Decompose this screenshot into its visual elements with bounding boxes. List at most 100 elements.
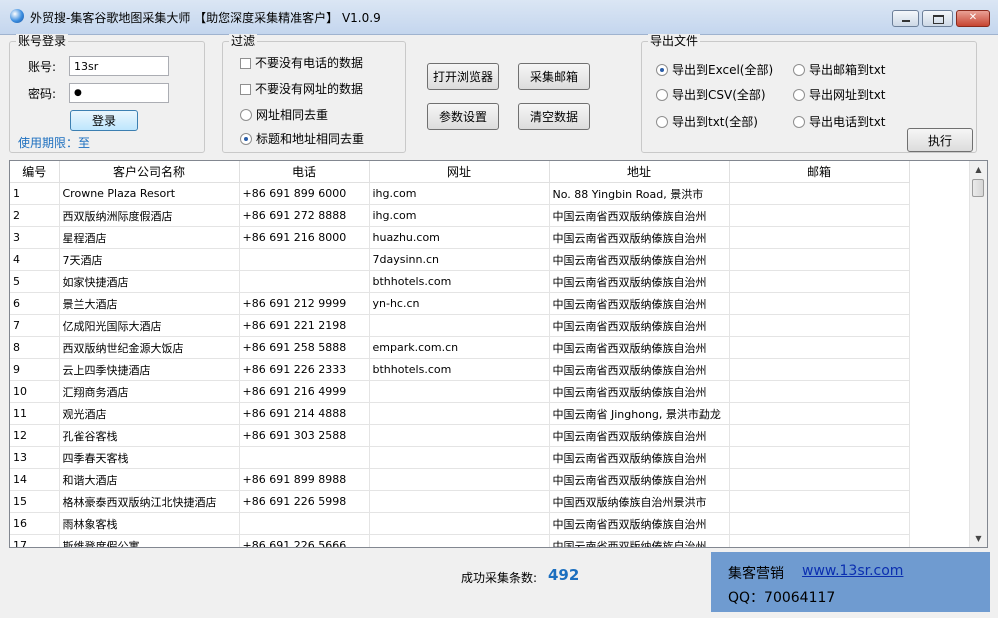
cell-phone: +86 691 272 8888 (239, 204, 370, 227)
cell-phone: +86 691 216 8000 (239, 226, 370, 249)
cell-email (729, 204, 910, 227)
cell-url: ihg.com (369, 204, 550, 227)
export-url-radio[interactable]: 导出网址到txt (793, 86, 886, 103)
cell-id: 3 (10, 226, 60, 249)
clear-data-button[interactable]: 清空数据 (518, 103, 590, 130)
table-row[interactable]: 7 亿成阳光国际大酒店 +86 691 221 2198 中国云南省西双版纳傣族自治州 (10, 314, 910, 337)
cell-id: 6 (10, 292, 60, 315)
cell-company: 雨林象客栈 (59, 512, 240, 535)
qq-contact: QQ：70064117 (728, 590, 836, 606)
no-phone-label: 不要没有电话的数据 (255, 56, 364, 70)
cell-id: 17 (10, 534, 60, 547)
cell-company: 汇翔商务酒店 (59, 380, 240, 403)
column-header-id[interactable]: 编号 (10, 161, 60, 183)
cell-company: 7天酒店 (59, 248, 240, 271)
cell-address: 中国云南省西双版纳傣族自治州 (549, 336, 730, 359)
cell-phone: +86 691 899 8988 (239, 468, 370, 491)
no-url-label: 不要没有网址的数据 (255, 82, 364, 96)
cell-url: 7daysinn.cn (369, 248, 550, 271)
radio-icon (656, 116, 668, 128)
table-row[interactable]: 15 格林豪泰西双版纳江北快捷酒店 +86 691 226 5998 中国西双版纳傣族… (10, 490, 910, 513)
table-row[interactable]: 11 观光酒店 +86 691 214 4888 中国云南省 Jinghong, 景洪… (10, 402, 910, 425)
table-row[interactable]: 4 7天酒店 7daysinn.cn 中国云南省西双版纳傣族自治州 (10, 248, 910, 271)
table-row[interactable]: 16 雨林象客栈 中国云南省西双版纳傣族自治州 (10, 512, 910, 535)
cell-email (729, 248, 910, 271)
username-input[interactable] (69, 56, 169, 76)
cell-phone: +86 691 216 4999 (239, 380, 370, 403)
dedupe-url-radio[interactable]: 网址相同去重 (240, 106, 328, 123)
website-link[interactable]: www.13sr.com (802, 563, 903, 579)
export-email-radio[interactable]: 导出邮箱到txt (793, 61, 886, 78)
export-url-label: 导出网址到txt (809, 88, 886, 102)
export-csv-radio[interactable]: 导出到CSV(全部) (656, 86, 766, 103)
cell-phone (239, 248, 370, 271)
column-header-email[interactable]: 邮箱 (729, 161, 910, 183)
cell-address: 中国云南省西双版纳傣族自治州 (549, 512, 730, 535)
export-txt-radio[interactable]: 导出到txt(全部) (656, 113, 758, 130)
cell-company: 景兰大酒店 (59, 292, 240, 315)
column-header-phone[interactable]: 电话 (239, 161, 370, 183)
login-button[interactable]: 登录 (70, 110, 138, 131)
column-header-address[interactable]: 地址 (549, 161, 730, 183)
cell-url (369, 380, 550, 403)
cell-id: 15 (10, 490, 60, 513)
table-body: 1 Crowne Plaza Resort +86 691 899 6000 ihg.… (10, 182, 910, 547)
cell-email (729, 534, 910, 547)
scroll-up-icon[interactable]: ▲ (970, 161, 987, 178)
table-row[interactable]: 17 斯维登度假公寓 +86 691 226 5666 中国云南省西双版纳傣族自治州 (10, 534, 910, 547)
cell-url: ihg.com (369, 182, 550, 205)
column-header-company[interactable]: 客户公司名称 (59, 161, 240, 183)
cell-email (729, 424, 910, 447)
export-phone-radio[interactable]: 导出电话到txt (793, 113, 886, 130)
table-row[interactable]: 8 西双版纳世纪金源大饭店 +86 691 258 5888 empark.com.c… (10, 336, 910, 359)
close-button[interactable] (956, 10, 990, 27)
table-row[interactable]: 6 景兰大酒店 +86 691 212 9999 yn-hc.cn 中国云南省西双版纳傣… (10, 292, 910, 315)
cell-email (729, 182, 910, 205)
cell-phone: +86 691 899 6000 (239, 182, 370, 205)
no-phone-checkbox[interactable]: 不要没有电话的数据 (240, 54, 363, 71)
cell-url: bthhotels.com (369, 270, 550, 293)
cell-company: 西双版纳洲际度假酒店 (59, 204, 240, 227)
column-header-url[interactable]: 网址 (369, 161, 550, 183)
username-label: 账号: (28, 60, 57, 74)
dedupe-title-address-label: 标题和地址相同去重 (256, 132, 365, 146)
open-browser-button[interactable]: 打开浏览器 (427, 63, 499, 90)
table-row[interactable]: 13 四季春天客栈 中国云南省西双版纳傣族自治州 (10, 446, 910, 469)
minimize-button[interactable] (892, 10, 919, 27)
no-url-checkbox[interactable]: 不要没有网址的数据 (240, 80, 363, 97)
title-bar[interactable]: 外贸搜-集客谷歌地图采集大师 【助您深度采集精准客户】 V1.0.9 (0, 0, 998, 35)
cell-address: 中国云南省西双版纳傣族自治州 (549, 380, 730, 403)
cell-url: bthhotels.com (369, 358, 550, 381)
export-excel-radio[interactable]: 导出到Excel(全部) (656, 61, 773, 78)
table-row[interactable]: 1 Crowne Plaza Resort +86 691 899 6000 ihg.… (10, 182, 910, 205)
table-row[interactable]: 5 如家快捷酒店 bthhotels.com 中国云南省西双版纳傣族自治州 (10, 270, 910, 293)
table-row[interactable]: 3 星程酒店 +86 691 216 8000 huazhu.com 中国云南省西双版纳… (10, 226, 910, 249)
table-row[interactable]: 14 和谐大酒店 +86 691 899 8988 中国云南省西双版纳傣族自治州 (10, 468, 910, 491)
maximize-button[interactable] (922, 10, 953, 27)
scroll-down-icon[interactable]: ▼ (970, 530, 987, 547)
vertical-scrollbar[interactable]: ▲ ▼ (969, 161, 987, 547)
cell-email (729, 490, 910, 513)
table-row[interactable]: 2 西双版纳洲际度假酒店 +86 691 272 8888 ihg.com 中国云南省西… (10, 204, 910, 227)
scroll-thumb[interactable] (972, 179, 984, 197)
settings-button[interactable]: 参数设置 (427, 103, 499, 130)
password-input[interactable]: ● (69, 83, 169, 103)
cell-phone: +86 691 226 5666 (239, 534, 370, 547)
export-txt-label: 导出到txt(全部) (672, 115, 758, 129)
export-csv-label: 导出到CSV(全部) (672, 88, 766, 102)
table-row[interactable]: 10 汇翔商务酒店 +86 691 216 4999 中国云南省西双版纳傣族自治州 (10, 380, 910, 403)
table-header-row: 编号 客户公司名称 电话 网址 地址 邮箱 (10, 161, 910, 183)
collect-email-button[interactable]: 采集邮箱 (518, 63, 590, 90)
execute-button[interactable]: 执行 (907, 128, 973, 152)
table-row[interactable]: 9 云上四季快捷酒店 +86 691 226 2333 bthhotels.com 中国… (10, 358, 910, 381)
cell-url (369, 402, 550, 425)
expiry-label: 使用期限：至 (18, 136, 91, 150)
cell-address: 中国云南省西双版纳傣族自治州 (549, 292, 730, 315)
table-row[interactable]: 12 孔雀谷客栈 +86 691 303 2588 中国云南省西双版纳傣族自治州 (10, 424, 910, 447)
cell-company: 云上四季快捷酒店 (59, 358, 240, 381)
export-group-title: 导出文件 (648, 34, 701, 48)
cell-company: 孔雀谷客栈 (59, 424, 240, 447)
cell-email (729, 468, 910, 491)
dedupe-title-address-radio[interactable]: 标题和地址相同去重 (240, 130, 364, 147)
results-grid[interactable]: 编号 客户公司名称 电话 网址 地址 邮箱 1 Crowne Plaza Reso… (9, 160, 988, 548)
